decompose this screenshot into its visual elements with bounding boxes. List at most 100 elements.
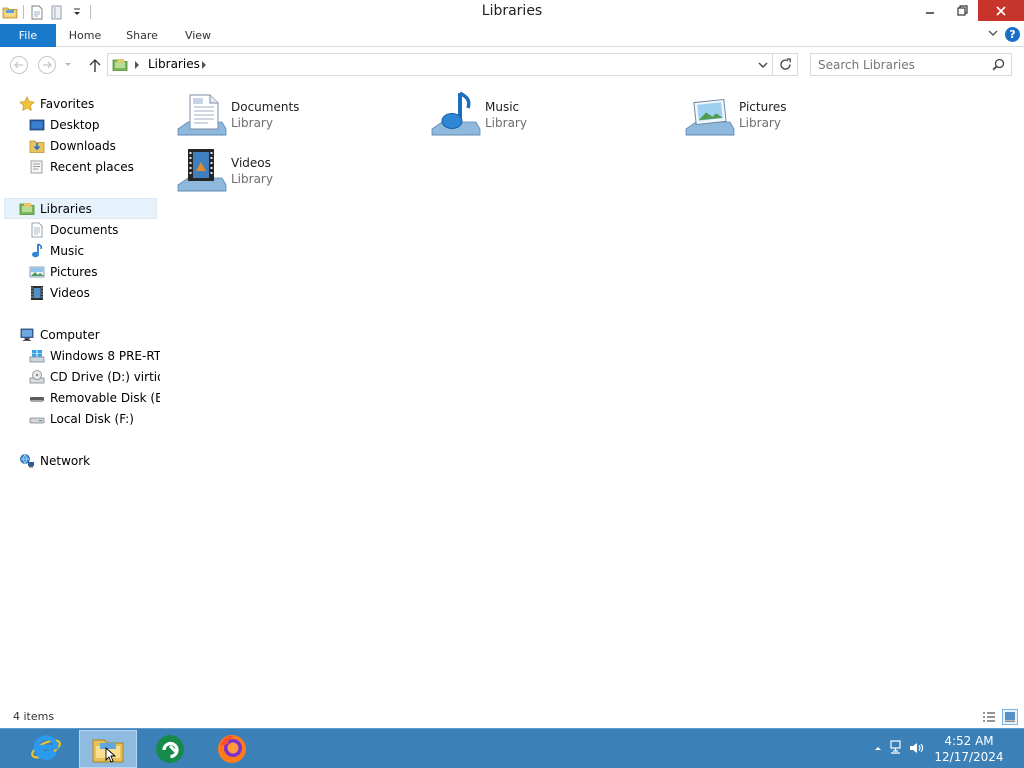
removable-disk-icon [29, 390, 45, 406]
nav-item-desktop[interactable]: Desktop [29, 114, 100, 135]
nav-item-documents[interactable]: Documents [29, 219, 118, 240]
taskbar-internet-explorer[interactable] [17, 730, 75, 768]
nav-label: Downloads [50, 138, 116, 153]
show-hidden-icons-button[interactable] [870, 740, 886, 756]
nav-label: Libraries [40, 201, 92, 216]
search-box[interactable] [810, 53, 1012, 76]
local-disk-icon [29, 411, 45, 427]
refresh-button[interactable] [773, 53, 798, 76]
properties-icon[interactable] [27, 2, 47, 22]
ribbon: File Home Share View ? [0, 24, 1024, 47]
tab-file[interactable]: File [0, 24, 56, 47]
restore-icon [956, 5, 968, 16]
nav-item-cd-drive[interactable]: CD Drive (D:) virtio-win [29, 366, 160, 387]
nav-label: Windows 8 PRE-RTM [50, 348, 160, 363]
file-explorer-icon [92, 739, 124, 763]
address-bar[interactable]: Libraries [107, 53, 773, 76]
up-button[interactable] [84, 54, 106, 76]
nav-item-videos[interactable]: Videos [29, 282, 90, 303]
tile-name: Pictures [739, 100, 787, 114]
recent-places-icon [29, 159, 45, 175]
tab-view[interactable]: View [174, 24, 222, 47]
address-history-dropdown[interactable] [758, 59, 768, 73]
nav-label: Recent places [50, 159, 134, 174]
new-folder-icon[interactable] [47, 2, 67, 22]
search-input[interactable] [811, 54, 989, 75]
chevron-down-icon [988, 30, 998, 36]
details-view-icon [983, 712, 995, 722]
clock-time: 4:52 AM [944, 734, 994, 748]
navigation-pane: Favorites Desktop Downloads Recent place… [0, 92, 160, 702]
nav-item-music[interactable]: Music [29, 240, 84, 261]
nav-item-recent-places[interactable]: Recent places [29, 156, 134, 177]
folder-app-icon[interactable] [0, 2, 20, 22]
documents-icon [29, 222, 45, 238]
nav-label: Videos [50, 285, 90, 300]
clock[interactable]: 4:52 AM 12/17/2024 [934, 733, 1004, 765]
library-tile-pictures[interactable]: Pictures Library [676, 85, 926, 141]
view-switcher [981, 709, 1018, 725]
taskbar-file-explorer[interactable] [79, 730, 137, 768]
pictures-library-icon [684, 89, 736, 141]
nav-item-pictures[interactable]: Pictures [29, 261, 98, 282]
forward-arrow-icon [38, 56, 56, 74]
forward-button[interactable] [36, 54, 58, 76]
nav-item-windows-drive[interactable]: Windows 8 PRE-RTM [29, 345, 160, 366]
library-tile-documents[interactable]: Documents Library [168, 85, 418, 141]
quick-access-toolbar [0, 2, 94, 22]
search-icon[interactable] [992, 58, 1005, 74]
network-status-icon[interactable] [888, 740, 904, 756]
title-bar: Libraries [0, 0, 1024, 24]
nav-label: Network [40, 453, 91, 468]
computer-icon [19, 327, 35, 343]
library-tile-music[interactable]: Music Library [422, 85, 672, 141]
tile-type: Library [231, 116, 273, 130]
tile-name: Videos [231, 156, 271, 170]
downloads-icon [29, 138, 45, 154]
tile-type: Library [739, 116, 781, 130]
chevron-up-icon [875, 747, 881, 750]
large-icons-view-button[interactable] [1002, 709, 1018, 725]
chevron-down-icon [65, 63, 71, 66]
tile-type: Library [231, 172, 273, 186]
nav-computer[interactable]: Computer [19, 324, 100, 345]
nav-label: Local Disk (F:) [50, 411, 134, 426]
green-app-icon [156, 735, 184, 763]
volume-icon[interactable] [908, 740, 924, 756]
nav-label: Pictures [50, 264, 98, 279]
tile-name: Music [485, 100, 520, 114]
taskbar-firefox[interactable] [203, 730, 261, 768]
nav-label: Computer [40, 327, 100, 342]
recent-locations-button[interactable] [61, 54, 75, 76]
tab-home[interactable]: Home [60, 24, 110, 47]
restore-button[interactable] [946, 0, 978, 21]
nav-libraries[interactable]: Libraries [4, 198, 157, 219]
tile-name: Documents [231, 100, 300, 114]
nav-item-removable-disk[interactable]: Removable Disk (E:) [29, 387, 160, 408]
help-icon[interactable]: ? [1005, 27, 1020, 42]
nav-label: Music [50, 243, 85, 258]
expand-ribbon-button[interactable] [987, 27, 999, 42]
breadcrumb-chevron-icon[interactable] [201, 59, 207, 73]
desktop-icon [29, 117, 45, 133]
minimize-button[interactable] [914, 0, 946, 21]
nav-favorites[interactable]: Favorites [19, 93, 94, 114]
breadcrumb-libraries[interactable]: Libraries [148, 57, 200, 71]
chevron-down-icon [758, 62, 768, 68]
taskbar-green-app[interactable] [141, 730, 199, 768]
window-title: Libraries [481, 3, 543, 19]
back-button[interactable] [8, 54, 30, 76]
nav-network[interactable]: Network [19, 450, 90, 471]
toolbar-separator [90, 5, 91, 19]
details-view-button[interactable] [981, 709, 997, 725]
nav-label: CD Drive (D:) virtio-win [50, 369, 160, 384]
library-tile-videos[interactable]: Videos Library [168, 141, 418, 197]
breadcrumb-chevron-icon[interactable] [134, 59, 140, 73]
tab-share[interactable]: Share [118, 24, 166, 47]
music-icon [29, 242, 45, 259]
system-tray: 4:52 AM 12/17/2024 [864, 729, 1024, 768]
customize-toolbar-dropdown[interactable] [67, 2, 87, 22]
nav-item-downloads[interactable]: Downloads [29, 135, 116, 156]
nav-item-local-disk[interactable]: Local Disk (F:) [29, 408, 134, 429]
close-button[interactable] [978, 0, 1024, 21]
